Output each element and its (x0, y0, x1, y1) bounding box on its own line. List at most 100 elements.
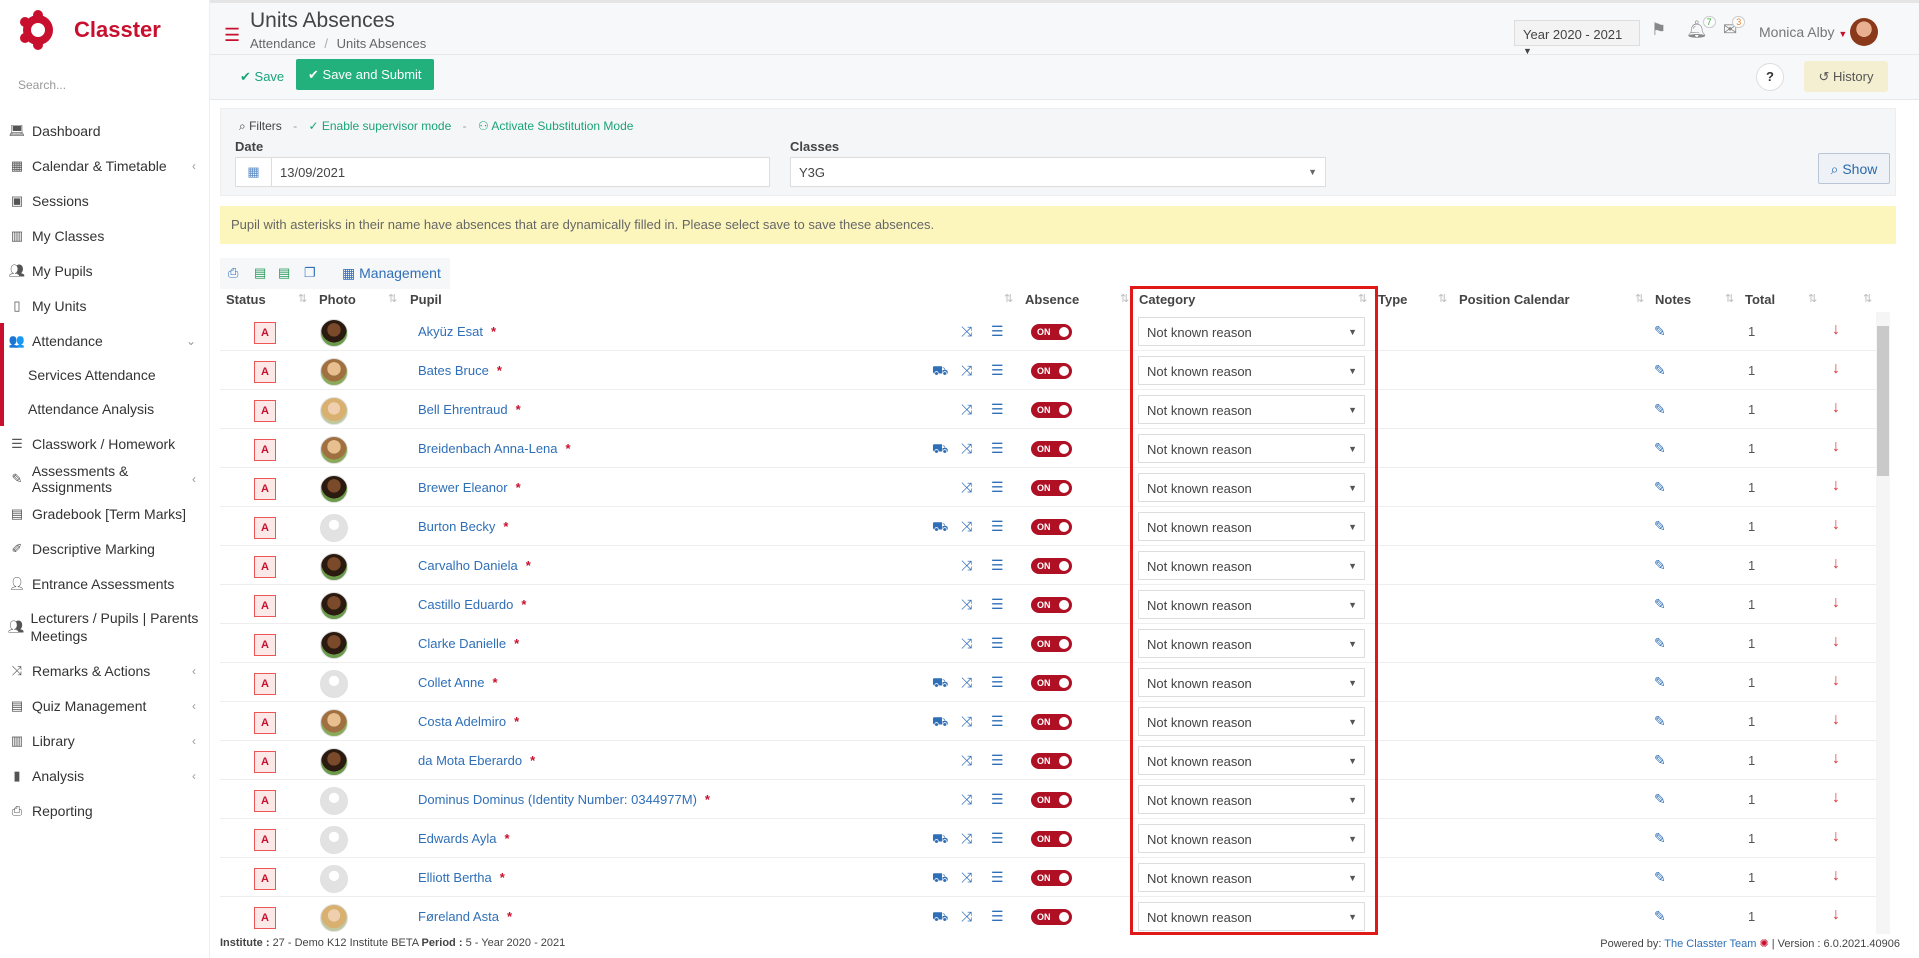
sidebar-item-descriptive-marking[interactable]: ✐ Descriptive Marking (0, 531, 210, 566)
status-badge[interactable]: A (254, 595, 276, 617)
list-icon[interactable]: ☰ (991, 362, 1004, 379)
sidebar-item-entrance-assessments[interactable]: 👤︎ Entrance Assessments (0, 566, 210, 601)
bus-icon[interactable]: ⛟ (932, 519, 948, 537)
sort-icon[interactable]: ⇅ (1438, 292, 1447, 305)
status-badge[interactable]: A (254, 712, 276, 734)
pupil-name-link[interactable]: Carvalho Daniela * (418, 558, 531, 573)
shuffle-icon[interactable]: ⤨ (961, 518, 972, 535)
list-icon[interactable]: ☰ (991, 479, 1004, 496)
list-icon[interactable]: ☰ (991, 908, 1004, 925)
sort-icon[interactable]: ⇅ (1120, 292, 1129, 305)
pupil-name-link[interactable]: Breidenbach Anna-Lena * (418, 441, 571, 456)
pupil-name-link[interactable]: Clarke Danielle * (418, 636, 519, 651)
edit-notes-icon[interactable]: ✎ (1654, 830, 1666, 847)
list-icon[interactable]: ☰ (991, 830, 1004, 847)
arrow-down-icon[interactable]: ↓ (1832, 711, 1840, 729)
sidebar-item-lecturers-pupils-parents-meetings[interactable]: 👥︎ Lecturers / Pupils | Parents Meetings (0, 601, 210, 653)
edit-notes-icon[interactable]: ✎ (1654, 362, 1666, 379)
sort-icon[interactable]: ⇅ (388, 292, 397, 305)
sidebar-item-attendance[interactable]: 👥 Attendance ⌄ (0, 323, 210, 358)
arrow-down-icon[interactable]: ↓ (1832, 360, 1840, 378)
pupil-name-link[interactable]: Elliott Bertha * (418, 870, 505, 885)
column-type[interactable]: Type (1378, 292, 1407, 307)
sort-icon[interactable]: ⇅ (1808, 292, 1817, 305)
calendar-icon[interactable]: ▦ (236, 158, 272, 186)
bus-icon[interactable]: ⛟ (932, 363, 948, 381)
status-badge[interactable]: A (254, 907, 276, 929)
absence-toggle[interactable]: ON (1031, 597, 1072, 613)
history-button[interactable]: ↺ History (1804, 61, 1888, 92)
absence-toggle[interactable]: ON (1031, 636, 1072, 652)
pupil-name-link[interactable]: da Mota Eberardo * (418, 753, 535, 768)
arrow-down-icon[interactable]: ↓ (1832, 321, 1840, 339)
absence-toggle[interactable]: ON (1031, 753, 1072, 769)
absence-toggle[interactable]: ON (1031, 558, 1072, 574)
sidebar-item-gradebook-term-marks[interactable]: ▤ Gradebook [Term Marks] (0, 496, 210, 531)
status-badge[interactable]: A (254, 751, 276, 773)
edit-notes-icon[interactable]: ✎ (1654, 713, 1666, 730)
list-icon[interactable]: ☰ (991, 869, 1004, 886)
edit-notes-icon[interactable]: ✎ (1654, 557, 1666, 574)
edit-notes-icon[interactable]: ✎ (1654, 674, 1666, 691)
user-menu[interactable]: Monica Alby ▼ (1759, 24, 1847, 40)
absence-toggle[interactable]: ON (1031, 870, 1072, 886)
column-pupil[interactable]: Pupil (410, 292, 442, 307)
absence-toggle[interactable]: ON (1031, 675, 1072, 691)
sidebar-item-dashboard[interactable]: 💻︎ Dashboard (0, 113, 210, 148)
absence-toggle[interactable]: ON (1031, 480, 1072, 496)
shuffle-icon[interactable]: ⤨ (961, 674, 972, 691)
list-icon[interactable]: ☰ (991, 674, 1004, 691)
bus-icon[interactable]: ⛟ (932, 870, 948, 888)
year-select[interactable]: Year 2020 - 2021 ▼ (1514, 20, 1640, 56)
shuffle-icon[interactable]: ⤨ (961, 479, 972, 496)
status-badge[interactable]: A (254, 673, 276, 695)
arrow-down-icon[interactable]: ↓ (1832, 750, 1840, 768)
edit-notes-icon[interactable]: ✎ (1654, 752, 1666, 769)
pupil-name-link[interactable]: Costa Adelmiro * (418, 714, 519, 729)
edit-notes-icon[interactable]: ✎ (1654, 440, 1666, 457)
shuffle-icon[interactable]: ⤨ (961, 908, 972, 925)
status-badge[interactable]: A (254, 868, 276, 890)
arrow-down-icon[interactable]: ↓ (1832, 516, 1840, 534)
save-and-submit-button[interactable]: ✔ Save and Submit (296, 59, 434, 90)
edit-notes-icon[interactable]: ✎ (1654, 635, 1666, 652)
absence-toggle[interactable]: ON (1031, 909, 1072, 925)
sort-icon[interactable]: ⇅ (1725, 292, 1734, 305)
sidebar-item-classwork-homework[interactable]: ☰ Classwork / Homework (0, 426, 210, 461)
edit-notes-icon[interactable]: ✎ (1654, 908, 1666, 925)
status-badge[interactable]: A (254, 400, 276, 422)
sort-icon[interactable]: ⇅ (1635, 292, 1644, 305)
arrow-down-icon[interactable]: ↓ (1832, 594, 1840, 612)
status-badge[interactable]: A (254, 556, 276, 578)
pupil-name-link[interactable]: Burton Becky * (418, 519, 508, 534)
column-photo[interactable]: Photo (319, 292, 356, 307)
filter-toggle[interactable]: ⌕ Filters (239, 119, 282, 133)
shuffle-icon[interactable]: ⤨ (961, 596, 972, 613)
list-icon[interactable]: ☰ (991, 518, 1004, 535)
absence-toggle[interactable]: ON (1031, 792, 1072, 808)
list-icon[interactable]: ☰ (991, 791, 1004, 808)
sidebar-item-quiz-management[interactable]: ▤ Quiz Management ‹ (0, 688, 210, 723)
flag-icon[interactable]: ⚑ (1651, 20, 1666, 40)
shuffle-icon[interactable]: ⤨ (961, 869, 972, 886)
edit-notes-icon[interactable]: ✎ (1654, 791, 1666, 808)
shuffle-icon[interactable]: ⤨ (961, 440, 972, 457)
pupil-name-link[interactable]: Collet Anne * (418, 675, 498, 690)
column-position-calendar[interactable]: Position Calendar (1459, 292, 1570, 307)
column-notes[interactable]: Notes (1655, 292, 1691, 307)
status-badge[interactable]: A (254, 634, 276, 656)
menu-toggle-icon[interactable]: ☰ (224, 25, 240, 46)
date-field[interactable]: ▦ 13/09/2021 (235, 157, 770, 187)
list-icon[interactable]: ☰ (991, 596, 1004, 613)
pupil-name-link[interactable]: Føreland Asta * (418, 909, 512, 924)
classter-team-link[interactable]: The Classter Team (1664, 938, 1756, 950)
show-button[interactable]: ⌕ Show (1818, 153, 1890, 184)
pupil-name-link[interactable]: Bates Bruce * (418, 363, 502, 378)
help-button[interactable]: ? (1756, 63, 1784, 91)
copy-icon[interactable]: ❐ (304, 265, 316, 281)
arrow-down-icon[interactable]: ↓ (1832, 477, 1840, 495)
print-icon[interactable]: ⎙ (228, 265, 238, 281)
table-scrollbar[interactable] (1876, 312, 1890, 934)
save-button[interactable]: ✔ Save (234, 62, 290, 91)
bus-icon[interactable]: ⛟ (932, 831, 948, 849)
